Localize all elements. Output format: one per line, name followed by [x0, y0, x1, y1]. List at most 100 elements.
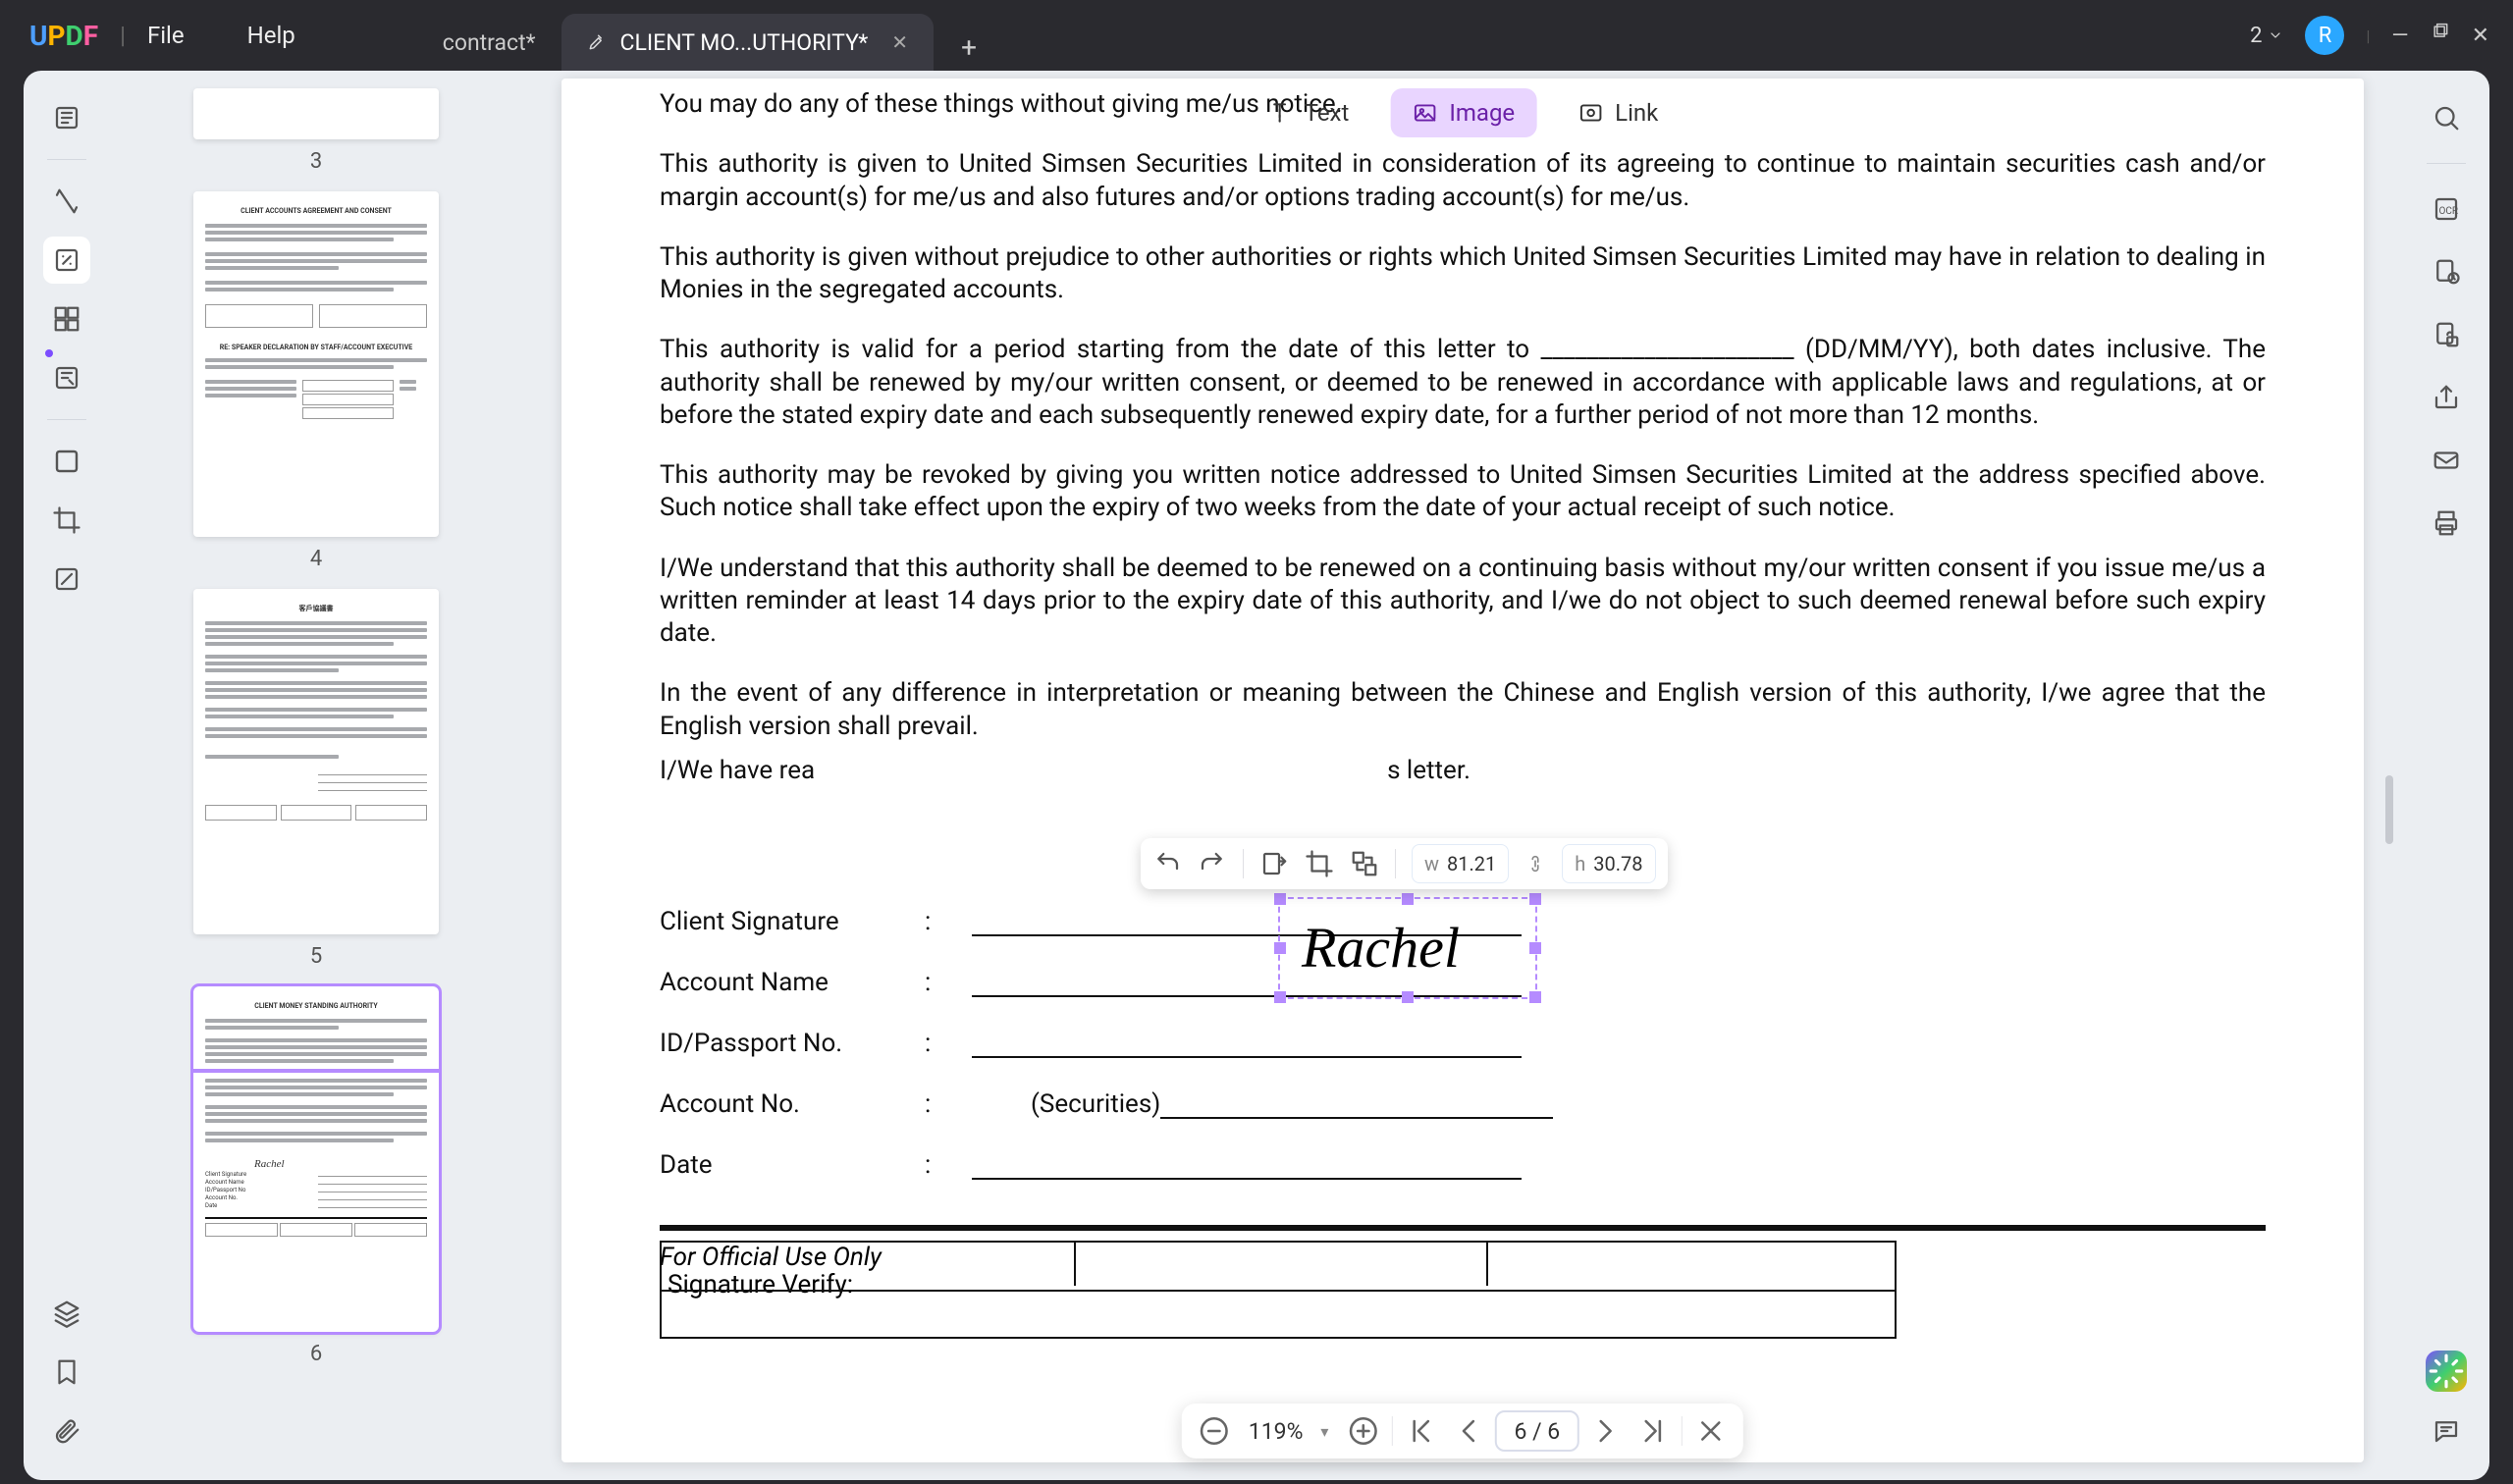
- resize-handle-ml[interactable]: [1274, 942, 1286, 954]
- thumbnail-page-5[interactable]: 客戶協議書: [193, 589, 439, 934]
- edit-text-button[interactable]: Text: [1246, 88, 1371, 137]
- zoom-level[interactable]: 119%: [1243, 1418, 1310, 1445]
- right-toolbar: OCR: [2403, 71, 2489, 1480]
- avatar-letter: R: [2319, 24, 2332, 48]
- maximize-icon: [2431, 23, 2450, 42]
- lock-aspect-icon[interactable]: [1524, 853, 1546, 874]
- colon: :: [925, 907, 972, 936]
- email-button[interactable]: [2423, 437, 2470, 484]
- edit-mode-toolbar: Text Image Link: [1246, 88, 1681, 137]
- tab-count-text: 2: [2250, 24, 2262, 48]
- field-label: Account No.: [660, 1089, 925, 1119]
- new-tab-button[interactable]: +: [945, 24, 992, 71]
- attachment-button[interactable]: [43, 1407, 90, 1455]
- zoom-dropdown[interactable]: ▾: [1320, 1422, 1328, 1441]
- pdf-page[interactable]: You may do any of these things without g…: [561, 79, 2364, 1462]
- measure-tool[interactable]: [43, 556, 90, 603]
- text-icon: [1267, 100, 1293, 126]
- link-icon: [1577, 100, 1603, 126]
- resize-handle-tm[interactable]: [1402, 893, 1414, 905]
- divider: [47, 419, 86, 420]
- edit-image-button[interactable]: Image: [1390, 88, 1536, 137]
- tab-count-dropdown[interactable]: 2: [2250, 24, 2283, 48]
- width-input[interactable]: w 81.21: [1412, 844, 1509, 883]
- thumbnail-page-6[interactable]: CLIENT MONEY STANDING AUTHORITY Rachel C…: [193, 986, 439, 1332]
- share-button[interactable]: [2423, 374, 2470, 421]
- chat-button[interactable]: [2423, 1407, 2470, 1455]
- paragraph: This authority is given without prejudic…: [660, 241, 2266, 307]
- separator: [1391, 1416, 1392, 1446]
- minimize-button[interactable]: —: [2391, 24, 2408, 48]
- left-toolbar: [24, 71, 110, 1480]
- fill-sign-tool[interactable]: [43, 354, 90, 401]
- tab-client-authority[interactable]: CLIENT MO...UTHORITY* ✕: [561, 14, 935, 71]
- thumbnail-page-3[interactable]: [193, 88, 439, 139]
- resize-handle-tl[interactable]: [1274, 893, 1286, 905]
- crop-button[interactable]: [1305, 849, 1334, 878]
- ocr-button[interactable]: OCR: [2423, 186, 2470, 233]
- signature-image-content: Rachel: [1302, 915, 1460, 980]
- flatten-button[interactable]: [2423, 311, 2470, 358]
- bookmark-button[interactable]: [43, 1349, 90, 1396]
- document-canvas[interactable]: Text Image Link You may do any of these …: [522, 71, 2403, 1480]
- organize-tool[interactable]: [43, 295, 90, 343]
- extract-button[interactable]: [1259, 849, 1289, 878]
- menu-file[interactable]: File: [147, 22, 185, 49]
- selected-image[interactable]: Rachel: [1278, 897, 1537, 999]
- rotate-left-button[interactable]: [1152, 849, 1182, 878]
- ai-assistant-button[interactable]: [2426, 1351, 2467, 1392]
- paragraph-split: I/We have rea s letter.: [660, 755, 2266, 787]
- maximize-button[interactable]: [2431, 23, 2450, 48]
- resize-handle-bl[interactable]: [1274, 991, 1286, 1003]
- rotate-right-button[interactable]: [1198, 849, 1227, 878]
- edit-tool[interactable]: [43, 237, 90, 284]
- edit-link-button[interactable]: Link: [1556, 88, 1680, 137]
- resize-handle-bm[interactable]: [1402, 991, 1414, 1003]
- layers-button[interactable]: [43, 1290, 90, 1337]
- tab-contract[interactable]: contract*: [417, 14, 561, 71]
- field-date: Date :: [660, 1146, 2266, 1180]
- page-indicator[interactable]: 6 / 6: [1494, 1410, 1579, 1452]
- next-page-button[interactable]: [1591, 1414, 1625, 1448]
- thumbnail-panel[interactable]: 3 CLIENT ACCOUNTS AGREEMENT AND CONSENT …: [110, 71, 522, 1480]
- vertical-scrollbar[interactable]: [2385, 775, 2393, 844]
- resize-handle-br[interactable]: [1529, 991, 1541, 1003]
- tab-close-button[interactable]: ✕: [891, 30, 908, 54]
- protect-button[interactable]: [2423, 248, 2470, 295]
- paragraph: This authority is given to United Simsen…: [660, 148, 2266, 214]
- paragraph: I/We understand that this authority shal…: [660, 553, 2266, 651]
- signature-line: [972, 1146, 1522, 1180]
- avatar[interactable]: R: [2305, 16, 2344, 55]
- zoom-in-button[interactable]: [1346, 1414, 1379, 1448]
- menu-help[interactable]: Help: [247, 22, 295, 49]
- paragraph: This authority is valid for a period sta…: [660, 334, 2266, 432]
- height-input[interactable]: h 30.78: [1562, 844, 1655, 883]
- selection-box[interactable]: Rachel: [1278, 897, 1537, 999]
- redact-tool[interactable]: [43, 438, 90, 485]
- close-navigator-button[interactable]: [1694, 1414, 1728, 1448]
- chevron-down-icon: [2268, 27, 2283, 43]
- resize-handle-mr[interactable]: [1529, 942, 1541, 954]
- resize-handle-tr[interactable]: [1529, 893, 1541, 905]
- reader-tool[interactable]: [43, 94, 90, 141]
- prev-page-button[interactable]: [1449, 1414, 1482, 1448]
- last-page-button[interactable]: [1636, 1414, 1670, 1448]
- replace-button[interactable]: [1350, 849, 1379, 878]
- signature-line: [972, 1025, 1522, 1058]
- title-bar: UPDF | File Help contract* CLIENT MO...U…: [0, 0, 2513, 71]
- print-button[interactable]: [2423, 500, 2470, 547]
- edit-doc-icon: [587, 32, 607, 52]
- comment-tool[interactable]: [43, 178, 90, 225]
- colon: :: [925, 1150, 972, 1180]
- colon: :: [925, 1029, 972, 1058]
- close-button[interactable]: ✕: [2472, 24, 2489, 48]
- first-page-button[interactable]: [1404, 1414, 1437, 1448]
- crop-tool[interactable]: [43, 497, 90, 544]
- zoom-out-button[interactable]: [1198, 1414, 1231, 1448]
- divider: [47, 159, 86, 160]
- search-button[interactable]: [2423, 94, 2470, 141]
- field-id-passport: ID/Passport No. :: [660, 1025, 2266, 1058]
- thumbnail-page-4[interactable]: CLIENT ACCOUNTS AGREEMENT AND CONSENT RE…: [193, 191, 439, 537]
- edit-text-label: Text: [1305, 99, 1350, 127]
- thumbnail-label: 5: [159, 944, 473, 969]
